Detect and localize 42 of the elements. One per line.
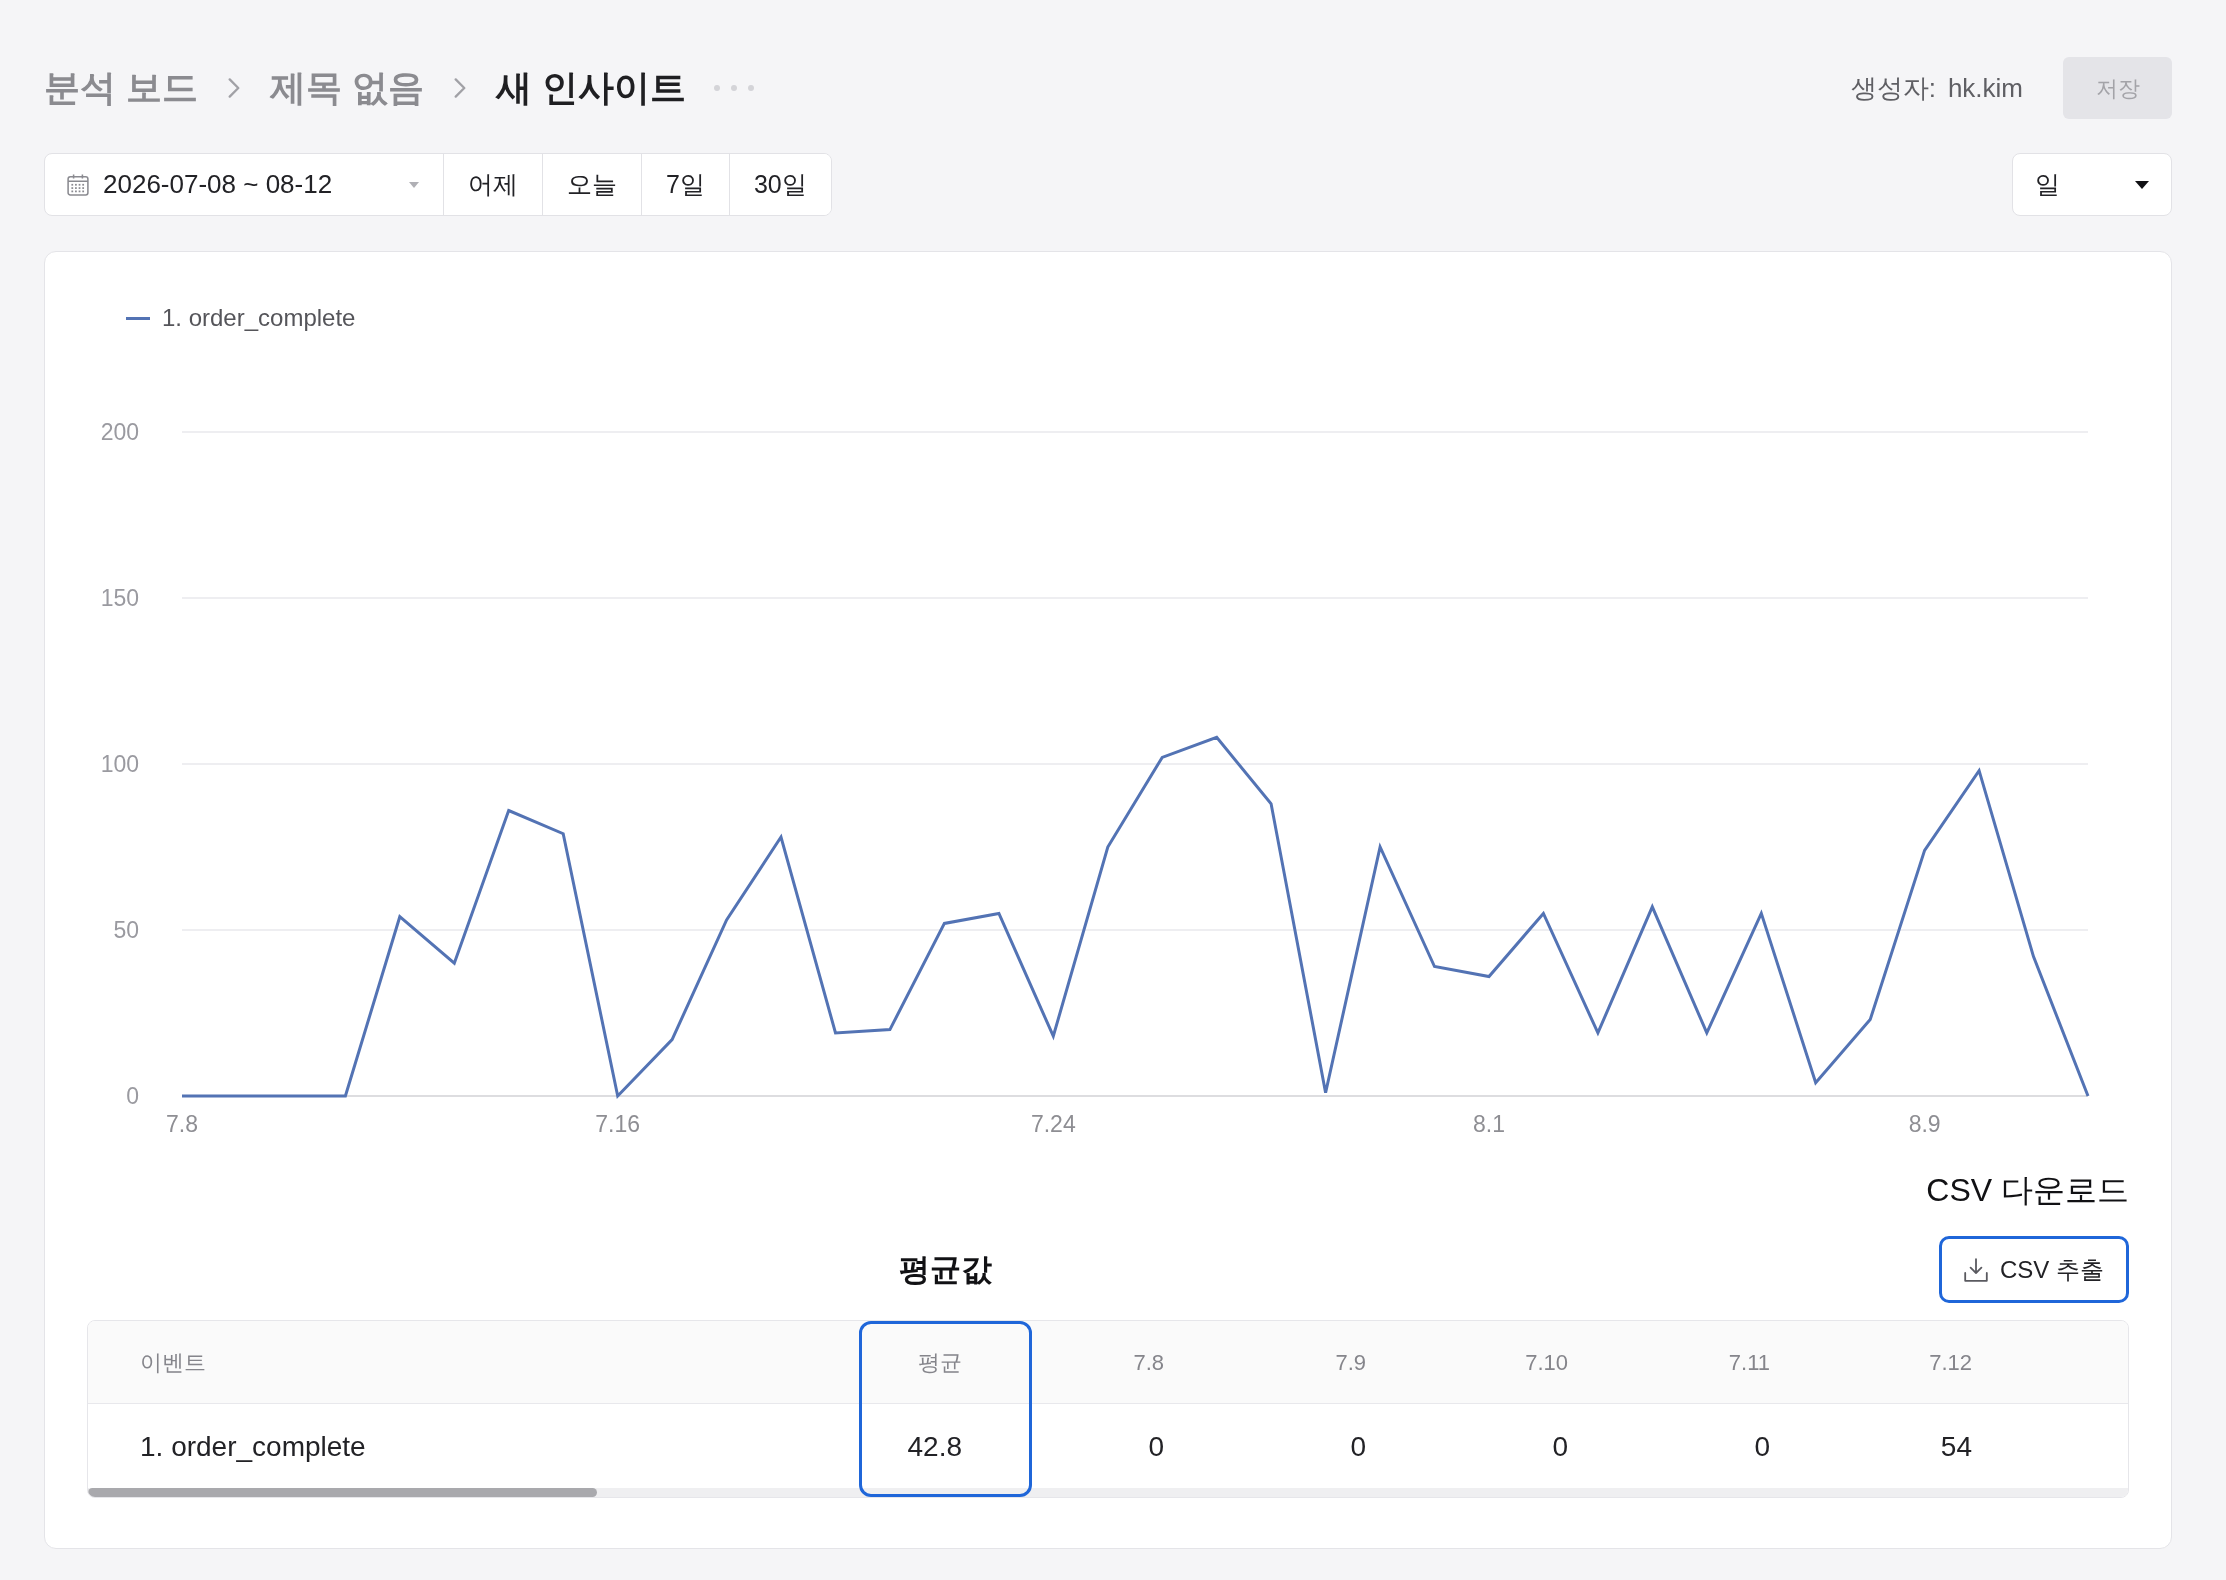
x-axis-label: 7.8 — [166, 1111, 198, 1137]
column-header: 7.9 — [1335, 1349, 1366, 1375]
interval-select[interactable]: 일 — [2012, 153, 2172, 216]
quick-range-button[interactable]: 30일 — [728, 154, 831, 215]
scrollbar-thumb[interactable] — [88, 1488, 597, 1497]
created-by-value: hk.kim — [1947, 71, 2023, 105]
calendar-icon — [67, 173, 89, 196]
y-axis-label: 100 — [100, 751, 139, 777]
y-axis-label: 200 — [100, 419, 139, 445]
column-header: 7.10 — [1525, 1349, 1568, 1375]
csv-export-button[interactable]: CSV 추출 — [1939, 1236, 2129, 1303]
caret-down-icon — [409, 181, 419, 188]
csv-download-caption: CSV 다운로드 — [1926, 1174, 2129, 1206]
column-header: 평균 — [918, 1349, 962, 1375]
y-axis-label: 150 — [100, 585, 139, 611]
created-by-label: 생성자: — [1850, 71, 1936, 105]
table-cell: 0 — [1552, 1430, 1568, 1462]
download-icon — [1964, 1257, 1988, 1282]
x-axis-label: 7.24 — [1030, 1111, 1076, 1137]
table-cell: 0 — [1148, 1430, 1164, 1462]
table-cell: 42.8 — [907, 1430, 962, 1462]
table-cell: 54 — [1940, 1430, 1972, 1462]
y-axis-label: 50 — [113, 917, 139, 943]
column-header: 7.11 — [1728, 1349, 1770, 1375]
chevron-right-icon — [454, 78, 467, 98]
x-axis-label: 8.1 — [1473, 1111, 1505, 1137]
x-axis-label: 7.16 — [595, 1111, 641, 1137]
date-range-picker[interactable]: 2026-07-08 ~ 08-12 — [45, 154, 443, 215]
table-cell: 0 — [1754, 1430, 1770, 1462]
column-header: 이벤트 — [140, 1349, 206, 1375]
chevron-right-icon — [228, 78, 240, 98]
legend-label: 1. order_complete — [162, 303, 356, 333]
column-header: 7.12 — [1929, 1349, 1972, 1375]
caret-down-icon — [2135, 180, 2149, 189]
more-icon[interactable] — [714, 85, 755, 91]
table-cell: 1. order_complete — [140, 1430, 366, 1462]
column-header: 7.8 — [1133, 1349, 1164, 1375]
y-axis-label: 0 — [126, 1083, 139, 1109]
table-cell: 0 — [1350, 1430, 1366, 1462]
average-caption: 평균값 — [899, 1254, 992, 1285]
x-axis-label: 8.9 — [1908, 1111, 1941, 1137]
breadcrumb-current: 새 인사이트 — [496, 70, 687, 106]
